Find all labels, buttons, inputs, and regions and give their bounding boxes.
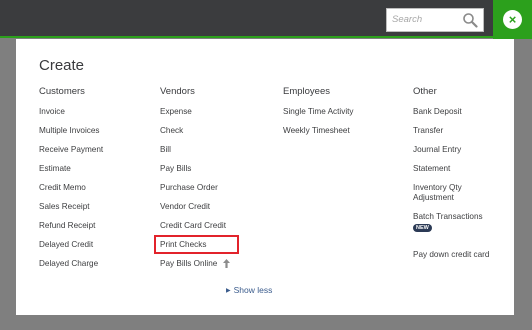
vendors-header: Vendors (160, 86, 195, 97)
close-icon[interactable]: × (503, 10, 522, 29)
other-header: Other (413, 86, 437, 97)
credit-card-credit-link[interactable]: Credit Card Credit (160, 221, 226, 231)
delayed-charge-link[interactable]: Delayed Charge (39, 259, 98, 269)
estimate-link[interactable]: Estimate (39, 164, 71, 174)
purchase-order-link[interactable]: Purchase Order (160, 183, 218, 193)
top-bar-accent (0, 36, 532, 38)
new-badge: NEW (413, 224, 432, 232)
batch-transactions-link[interactable]: Batch Transactions NEW (413, 212, 483, 232)
print-checks-link[interactable]: Print Checks (154, 235, 239, 254)
employees-header: Employees (283, 86, 330, 97)
customers-column: Customers Invoice Multiple Invoices Rece… (39, 85, 103, 268)
check-link[interactable]: Check (160, 126, 183, 136)
statement-link[interactable]: Statement (413, 164, 450, 174)
triangle-right-icon: ▶ (226, 288, 231, 294)
create-title: Create (39, 57, 85, 74)
vendor-credit-link[interactable]: Vendor Credit (160, 202, 210, 212)
arrow-up-icon (222, 259, 230, 269)
multiple-invoices-link[interactable]: Multiple Invoices (39, 126, 100, 136)
sales-receipt-link[interactable]: Sales Receipt (39, 202, 90, 212)
employees-column: Employees Single Time Activity Weekly Ti… (283, 85, 354, 135)
receive-payment-link[interactable]: Receive Payment (39, 145, 103, 155)
customers-header: Customers (39, 86, 85, 97)
transfer-link[interactable]: Transfer (413, 126, 443, 136)
vendors-column: Vendors Expense Check Bill Pay Bills Pur… (154, 85, 239, 269)
other-column: Other Bank Deposit Transfer Journal Entr… (413, 85, 489, 259)
single-time-activity-link[interactable]: Single Time Activity (283, 107, 354, 117)
pay-bills-online-link[interactable]: Pay Bills Online (160, 259, 230, 269)
highlight-box (154, 235, 239, 254)
search-box[interactable]: Search (386, 8, 484, 32)
show-less-label[interactable]: Show less (234, 285, 273, 295)
search-placeholder[interactable]: Search (392, 14, 422, 25)
pay-bills-link[interactable]: Pay Bills (160, 164, 191, 174)
close-button[interactable]: × (493, 0, 532, 39)
pay-bills-online-label[interactable]: Pay Bills Online (160, 259, 217, 268)
journal-entry-link[interactable]: Journal Entry (413, 145, 461, 155)
invoice-link[interactable]: Invoice (39, 107, 65, 117)
refund-receipt-link[interactable]: Refund Receipt (39, 221, 95, 231)
create-panel: Create Customers Invoice Multiple Invoic… (16, 39, 514, 315)
top-bar: Search × (0, 0, 532, 39)
delayed-credit-link[interactable]: Delayed Credit (39, 240, 93, 250)
expense-link[interactable]: Expense (160, 107, 192, 117)
credit-memo-link[interactable]: Credit Memo (39, 183, 86, 193)
pay-down-credit-card-link[interactable]: Pay down credit card (413, 250, 489, 260)
inventory-qty-adjustment-link[interactable]: Inventory Qty Adjustment (413, 183, 483, 203)
batch-transactions-label[interactable]: Batch Transactions (413, 212, 483, 222)
bill-link[interactable]: Bill (160, 145, 171, 155)
show-less-link[interactable]: ▶ Show less (226, 285, 272, 295)
bank-deposit-link[interactable]: Bank Deposit (413, 107, 462, 117)
weekly-timesheet-link[interactable]: Weekly Timesheet (283, 126, 350, 136)
search-icon[interactable] (462, 12, 478, 28)
